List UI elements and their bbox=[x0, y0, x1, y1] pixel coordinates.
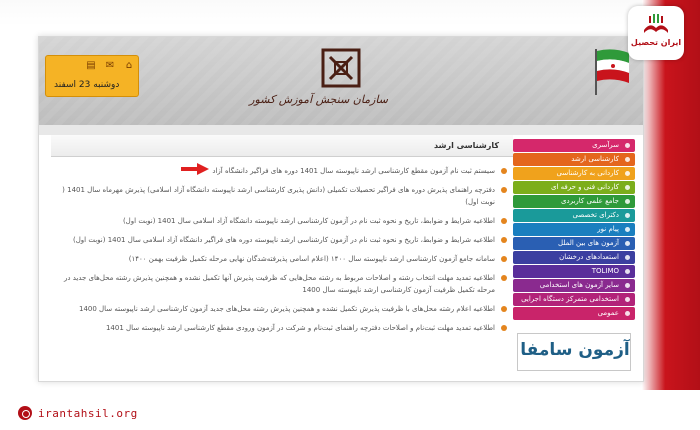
news-item[interactable]: اطلاعیه شرایط و ضوابط، تاریخ و نحوه ثبت … bbox=[61, 234, 507, 246]
logo-emblem-icon bbox=[321, 48, 361, 88]
bullet-icon bbox=[501, 306, 507, 312]
menu-item[interactable]: عمومی bbox=[513, 307, 635, 320]
menu-item[interactable]: دکترای تخصصی bbox=[513, 209, 635, 222]
browser-screenshot: ▤ ✉ ⌂ دوشنبه 23 اسفند سازمان سنجش آموزش … bbox=[38, 36, 644, 382]
menu-dot-icon bbox=[625, 199, 630, 204]
home-icon[interactable]: ⌂ bbox=[122, 60, 136, 72]
menu-item[interactable]: پیام نور bbox=[513, 223, 635, 236]
sanjesh-ad-banner[interactable]: آزمون سامفا bbox=[517, 333, 631, 371]
menu-item[interactable]: استخدامی متمرکز دستگاه اجرایی bbox=[513, 293, 635, 306]
site-logo-icon bbox=[18, 406, 32, 420]
site-watermark: irantahsil.org bbox=[18, 406, 138, 420]
news-item[interactable]: دفترچه راهنمای پذیرش دوره های فراگیر تحص… bbox=[61, 184, 507, 208]
book-logo-icon bbox=[644, 14, 668, 33]
section-title: کارشناسی ارشد bbox=[51, 135, 513, 157]
bullet-icon bbox=[501, 187, 507, 193]
menu-item[interactable]: استعدادهای درخشان bbox=[513, 251, 635, 264]
content-panel: کارشناسی ارشد سیستم ثبت نام آزمون مقطع ک… bbox=[51, 135, 513, 381]
menu-dot-icon bbox=[625, 185, 630, 190]
bullet-icon bbox=[501, 325, 507, 331]
bullet-icon bbox=[501, 218, 507, 224]
menu-dot-icon bbox=[625, 241, 630, 246]
menu-item[interactable]: کارشناسی ارشد bbox=[513, 153, 635, 166]
news-list: سیستم ثبت نام آزمون مقطع کارشناسی ارشد ن… bbox=[51, 157, 513, 334]
red-arrow-icon bbox=[181, 163, 209, 175]
menu-dot-icon bbox=[625, 171, 630, 176]
bullet-icon bbox=[501, 237, 507, 243]
menu-item[interactable]: سایر آزمون های استخدامی bbox=[513, 279, 635, 292]
menu-dot-icon bbox=[625, 227, 630, 232]
menu-item[interactable]: آزمون های بین الملل bbox=[513, 237, 635, 250]
news-item[interactable]: اطلاعیه اعلام رشته محل‌های با ظرفیت پذیر… bbox=[61, 303, 507, 315]
menu-dot-icon bbox=[625, 143, 630, 148]
brand-badge[interactable]: ایران تحصیل bbox=[628, 6, 684, 60]
date-box: ▤ ✉ ⌂ دوشنبه 23 اسفند bbox=[45, 55, 139, 97]
menu-dot-icon bbox=[625, 297, 630, 302]
print-icon[interactable]: ▤ bbox=[84, 60, 98, 72]
iran-flag-icon bbox=[595, 49, 629, 95]
menu-dot-icon bbox=[625, 213, 630, 218]
menu-item[interactable]: کاردانی فنی و حرفه ای bbox=[513, 181, 635, 194]
menu-item[interactable]: جامع علمی کاربردی bbox=[513, 195, 635, 208]
side-menu: سرآسری کارشناسی ارشد کاردانی به کارشناسی… bbox=[513, 139, 635, 321]
news-item[interactable]: اطلاعیه تمدید مهلت انتخاب رشته و اصلاحات… bbox=[61, 272, 507, 296]
date-icons: ▤ ✉ ⌂ bbox=[84, 60, 136, 72]
nav-bar bbox=[39, 125, 643, 135]
bullet-icon bbox=[501, 256, 507, 262]
ad-text: آزمون سامفا bbox=[520, 340, 630, 360]
badge-text: ایران تحصیل bbox=[630, 38, 682, 47]
logo-text: سازمان سنجش آموزش کشور bbox=[249, 93, 388, 106]
bullet-icon bbox=[501, 275, 507, 281]
menu-item[interactable]: TOLIMO bbox=[513, 265, 635, 278]
news-item[interactable]: سامانه جامع آزمون کارشناسی ارشد ناپیوسته… bbox=[61, 253, 507, 265]
menu-dot-icon bbox=[625, 157, 630, 162]
menu-dot-icon bbox=[625, 283, 630, 288]
menu-dot-icon bbox=[625, 255, 630, 260]
frame-top bbox=[0, 0, 700, 26]
mail-icon[interactable]: ✉ bbox=[103, 60, 117, 72]
news-item[interactable]: اطلاعیه تمدید مهلت ثبت‌نام و اصلاحات دفت… bbox=[61, 322, 507, 334]
frame-right-ribbon bbox=[642, 0, 700, 430]
menu-item[interactable]: کاردانی به کارشناسی bbox=[513, 167, 635, 180]
current-date: دوشنبه 23 اسفند bbox=[54, 80, 120, 90]
menu-dot-icon bbox=[625, 269, 630, 274]
site-url: irantahsil.org bbox=[38, 406, 138, 420]
site-logo[interactable]: سازمان سنجش آموزش کشور bbox=[249, 47, 388, 121]
menu-item[interactable]: سرآسری bbox=[513, 139, 635, 152]
news-item[interactable]: اطلاعیه شرایط و ضوابط، تاریخ و نحوه ثبت … bbox=[61, 215, 507, 227]
bullet-icon bbox=[501, 168, 507, 174]
menu-dot-icon bbox=[625, 311, 630, 316]
news-item[interactable]: سیستم ثبت نام آزمون مقطع کارشناسی ارشد ن… bbox=[61, 165, 507, 177]
